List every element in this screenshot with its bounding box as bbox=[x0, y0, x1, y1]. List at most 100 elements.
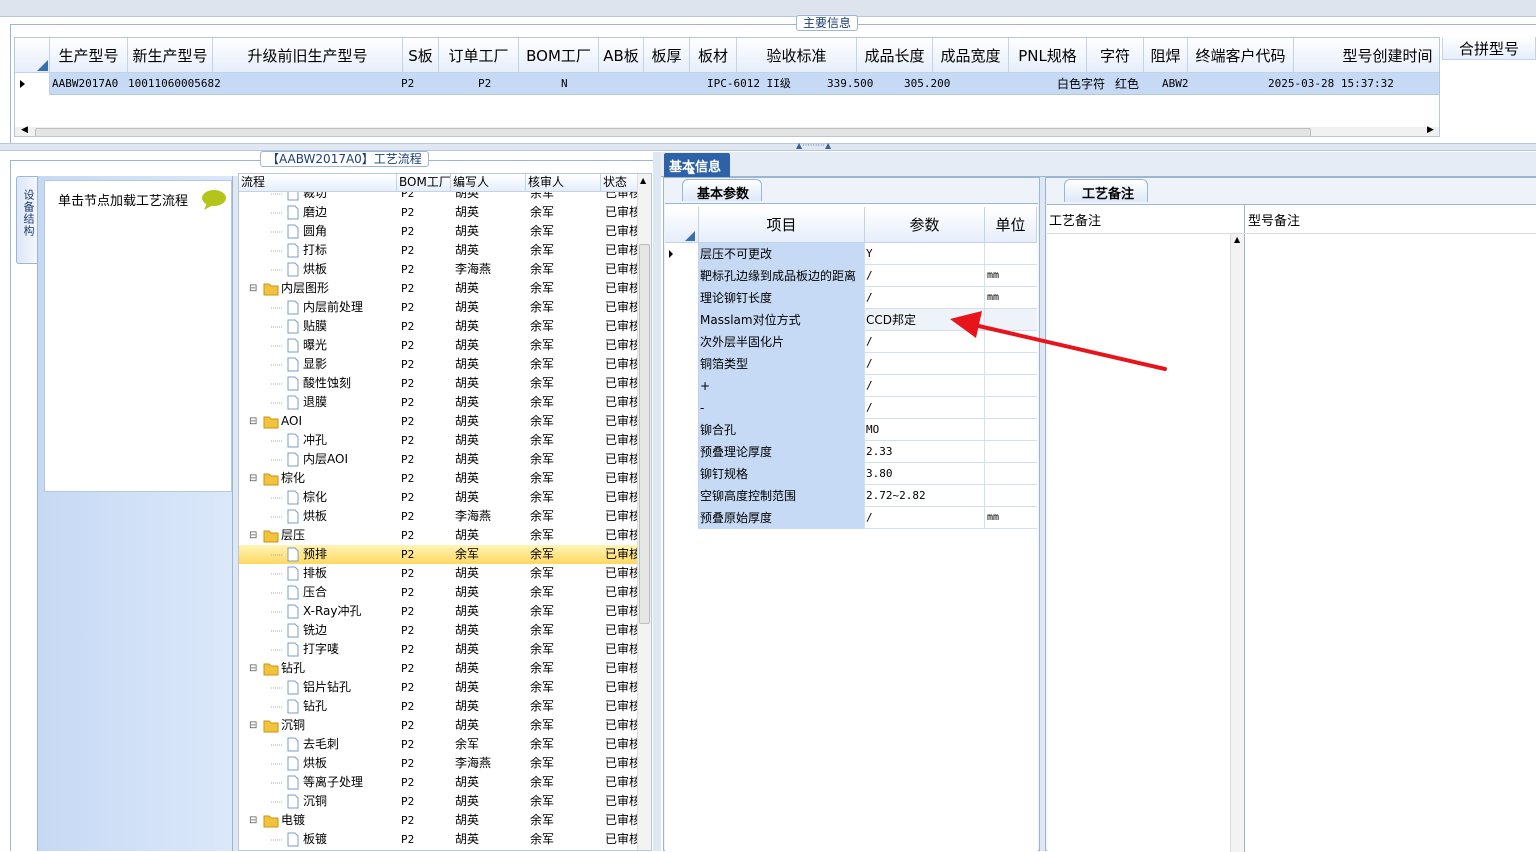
middle-splitter[interactable] bbox=[653, 152, 661, 851]
main-col-header[interactable]: 订单工厂 bbox=[439, 38, 519, 73]
cell-standard[interactable]: IPC-6012 II级 bbox=[707, 74, 791, 94]
collapse-icon[interactable]: ⊟ bbox=[249, 412, 261, 431]
param-value[interactable]: 2.72~2.82 bbox=[865, 485, 985, 507]
tree-row[interactable]: 冲孔 P2 胡英 余军 已审核 bbox=[239, 431, 639, 450]
tree-row[interactable]: 圆角 P2 胡英 余军 已审核 bbox=[239, 222, 639, 241]
tree-row[interactable]: 板镀 P2 胡英 余军 已审核 bbox=[239, 830, 639, 849]
tree-row[interactable]: 去毛刺 P2 余军 余军 已审核 bbox=[239, 735, 639, 754]
cell-order-factory[interactable]: P2 bbox=[401, 74, 414, 94]
tree-row[interactable]: 棕化 P2 胡英 余军 已审核 bbox=[239, 488, 639, 507]
main-col-header[interactable]: 板材 bbox=[690, 38, 737, 73]
param-value[interactable]: Y bbox=[865, 243, 985, 265]
tree-row[interactable]: X-Ray冲孔 P2 胡英 余军 已审核 bbox=[239, 602, 639, 621]
tree-row[interactable]: 烘板 P2 李海燕 余军 已审核 bbox=[239, 754, 639, 773]
cell-ab[interactable]: N bbox=[561, 74, 568, 94]
col-unit-header[interactable]: 单位 bbox=[985, 207, 1037, 243]
tree-row[interactable]: ⊟ 层压 P2 胡英 余军 已审核 bbox=[239, 526, 639, 545]
hint-card[interactable]: 单击节点加载工艺流程 bbox=[44, 180, 232, 492]
remarks-tab[interactable]: 工艺备注 bbox=[1064, 179, 1148, 202]
tree-row[interactable]: 打字唛 P2 胡英 余军 已审核 bbox=[239, 640, 639, 659]
device-structure-tab[interactable]: 设备结构 bbox=[16, 176, 38, 264]
main-col-header[interactable]: AB板 bbox=[599, 38, 644, 73]
process-remark-scrollbar[interactable]: ▲ bbox=[1230, 233, 1244, 852]
tree-row[interactable]: 铣边 P2 胡英 余军 已审核 bbox=[239, 621, 639, 640]
tree-row[interactable]: ⊟ 钻孔 P2 胡英 余军 已审核 bbox=[239, 659, 639, 678]
tree-row[interactable]: ⊟ 内层图形 P2 胡英 余军 已审核 bbox=[239, 279, 639, 298]
param-row[interactable]: - / bbox=[665, 397, 1037, 419]
main-col-header[interactable]: 升级前旧生产型号 bbox=[213, 38, 403, 73]
collapse-icon[interactable]: ⊟ bbox=[249, 659, 261, 678]
cell-created[interactable]: 2025-03-28 15:37:32 bbox=[1268, 74, 1394, 94]
merge-model-header[interactable]: 合拼型号 bbox=[1442, 37, 1536, 60]
params-corner[interactable] bbox=[665, 207, 699, 243]
tree-col-header[interactable]: 编写人 bbox=[451, 174, 526, 192]
tree-row[interactable]: 打标 P2 胡英 余军 已审核 bbox=[239, 241, 639, 260]
tree-col-header[interactable]: 流程 bbox=[239, 174, 397, 192]
tree-row[interactable]: 酸性蚀刻 P2 胡英 余军 已审核 bbox=[239, 374, 639, 393]
main-col-header[interactable]: 成品长度 bbox=[857, 38, 933, 73]
tree-row[interactable]: ⊟ 沉铜 P2 胡英 余军 已审核 bbox=[239, 716, 639, 735]
param-row[interactable]: 预叠原始厚度 / mm bbox=[665, 507, 1037, 529]
param-value[interactable]: 2.33 bbox=[865, 441, 985, 463]
params-tab[interactable]: 基本参数 bbox=[682, 179, 762, 202]
tree-row[interactable]: ⊟ AOI P2 胡英 余军 已审核 bbox=[239, 412, 639, 431]
tree-row[interactable]: 排板 P2 胡英 余军 已审核 bbox=[239, 564, 639, 583]
tree-col-header[interactable]: 状态 bbox=[601, 174, 641, 192]
collapse-icon[interactable]: ⊟ bbox=[249, 811, 261, 830]
tree-row[interactable]: 沉铜 P2 胡英 余军 已审核 bbox=[239, 792, 639, 811]
param-row[interactable]: 靶标孔边缘到成品板边的距离 / mm bbox=[665, 265, 1037, 287]
main-grid-row[interactable]: AABW2017A0 10011060005682 P2 P2 N IPC-60… bbox=[15, 73, 1439, 95]
tree-row[interactable]: 曝光 P2 胡英 余军 已审核 bbox=[239, 336, 639, 355]
tree-row[interactable]: 烘板 P2 李海燕 余军 已审核 bbox=[239, 507, 639, 526]
scroll-left-icon[interactable]: ◀ bbox=[21, 125, 28, 135]
col-item-header[interactable]: 项目 bbox=[699, 207, 865, 243]
cell-length[interactable]: 339.500 bbox=[827, 74, 873, 94]
main-col-header[interactable]: 型号创建时间 bbox=[1294, 38, 1439, 73]
main-col-header[interactable]: 板厚 bbox=[644, 38, 690, 73]
collapse-icon[interactable]: ⊟ bbox=[249, 526, 261, 545]
main-col-header[interactable]: 生产型号 bbox=[50, 38, 128, 73]
tree-row[interactable]: 内层前处理 P2 胡英 余军 已审核 bbox=[239, 298, 639, 317]
main-col-header[interactable]: S板 bbox=[403, 38, 439, 73]
hscroll-thumb[interactable] bbox=[35, 128, 1311, 136]
collapse-icon[interactable]: ⊟ bbox=[249, 469, 261, 488]
param-row[interactable]: 铆合孔 MO bbox=[665, 419, 1037, 441]
tree-row[interactable]: 铝片钻孔 P2 胡英 余军 已审核 bbox=[239, 678, 639, 697]
main-col-header[interactable]: 终端客户代码 bbox=[1188, 38, 1294, 73]
param-value[interactable]: / bbox=[865, 265, 985, 287]
tree-row[interactable]: 压合 P2 胡英 余军 已审核 bbox=[239, 583, 639, 602]
tree-row[interactable]: 贴膜 P2 胡英 余军 已审核 bbox=[239, 317, 639, 336]
param-row[interactable]: 层压不可更改 Y bbox=[665, 243, 1037, 265]
process-remark-col[interactable]: 工艺备注 ▲ bbox=[1047, 205, 1245, 852]
tree-row[interactable]: 烘板 P2 李海燕 余军 已审核 bbox=[239, 260, 639, 279]
tree-row[interactable]: 裁切 P2 胡英 余军 已审核 bbox=[239, 192, 639, 203]
tree-row[interactable]: 钻孔 P2 胡英 余军 已审核 bbox=[239, 697, 639, 716]
main-col-header[interactable]: 阻焊 bbox=[1144, 38, 1188, 73]
main-col-header[interactable]: 验收标准 bbox=[737, 38, 857, 73]
main-col-header[interactable]: 成品宽度 bbox=[933, 38, 1009, 73]
tree-row[interactable]: ⊟ 电镀 P2 胡英 余军 已审核 bbox=[239, 811, 639, 830]
param-row[interactable]: 预叠理论厚度 2.33 bbox=[665, 441, 1037, 463]
main-hscrollbar[interactable]: ◀ ▶ bbox=[15, 125, 1439, 136]
cell-model[interactable]: AABW2017A0 bbox=[52, 74, 118, 94]
main-col-header[interactable]: 新生产型号 bbox=[128, 38, 213, 73]
cell-mask[interactable]: 红色 bbox=[1115, 74, 1139, 94]
param-row[interactable]: 空铆高度控制范围 2.72~2.82 bbox=[665, 485, 1037, 507]
cell-customer[interactable]: ABW2 bbox=[1162, 74, 1189, 94]
main-col-header[interactable]: PNL规格 bbox=[1009, 38, 1087, 73]
cell-bom-factory[interactable]: P2 bbox=[478, 74, 491, 94]
tree-row[interactable]: 退膜 P2 胡英 余军 已审核 bbox=[239, 393, 639, 412]
main-col-header[interactable]: 字符 bbox=[1087, 38, 1144, 73]
cell-new-model[interactable]: 10011060005682 bbox=[128, 74, 221, 94]
basic-info-tab[interactable]: 基本信息 ▲ bbox=[664, 153, 730, 177]
param-value[interactable]: / bbox=[865, 397, 985, 419]
scroll-right-icon[interactable]: ▶ bbox=[1427, 125, 1434, 135]
param-value[interactable]: MO bbox=[865, 419, 985, 441]
collapse-icon[interactable]: ⊟ bbox=[249, 279, 261, 298]
tree-row[interactable]: 内层AOI P2 胡英 余军 已审核 bbox=[239, 450, 639, 469]
col-param-header[interactable]: 参数 bbox=[865, 207, 985, 243]
tree-vscroll-thumb[interactable] bbox=[639, 244, 650, 624]
collapse-icon[interactable]: ⊟ bbox=[249, 716, 261, 735]
horizontal-splitter[interactable]: ▲·········▲ bbox=[0, 141, 1536, 151]
cell-char[interactable]: 白色字符 bbox=[1057, 74, 1105, 94]
